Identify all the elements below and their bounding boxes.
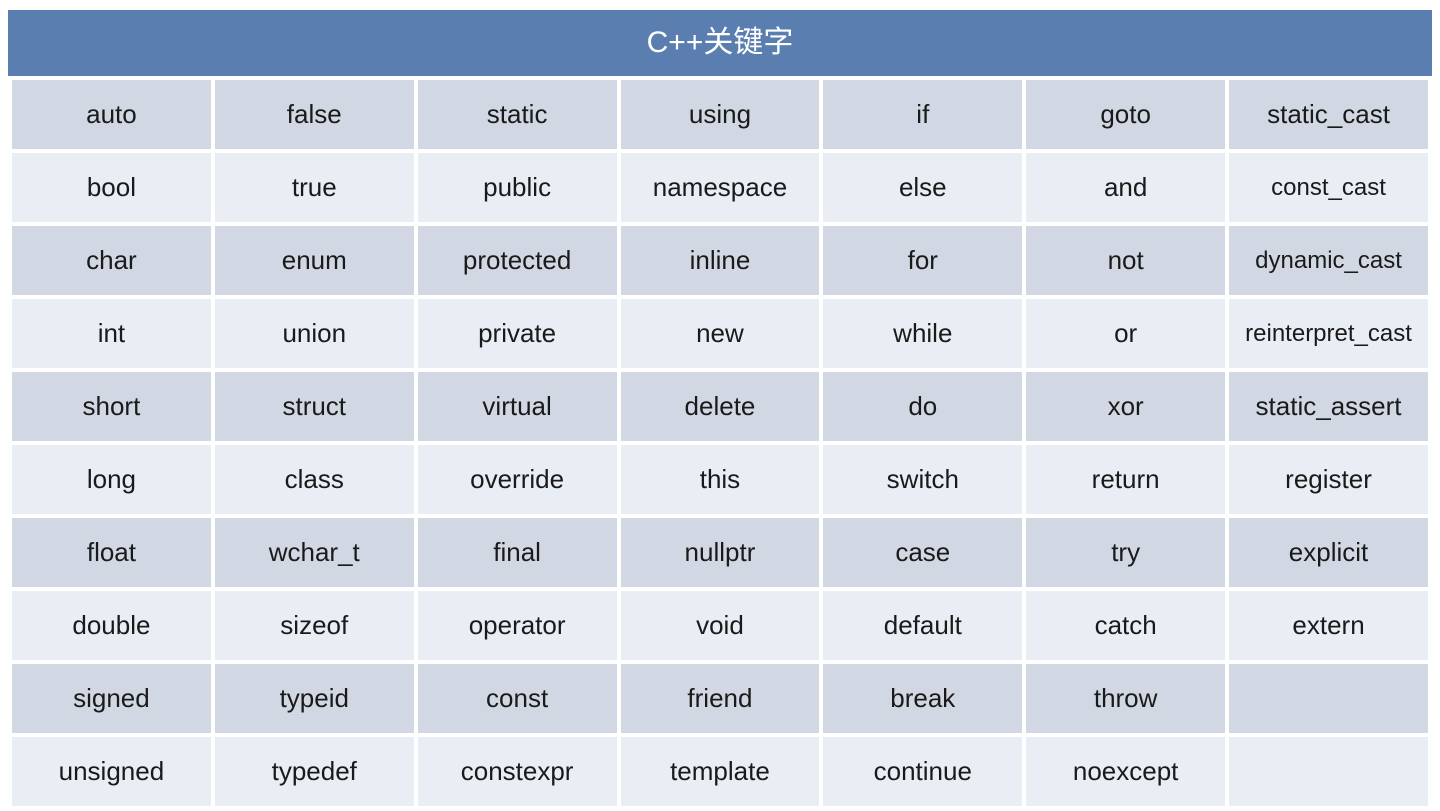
keyword-cell: namespace (621, 153, 820, 222)
keyword-table-wrap: C++关键字 auto false static using if goto s… (8, 10, 1432, 810)
keyword-cell: reinterpret_cast (1229, 299, 1428, 368)
keyword-cell: protected (418, 226, 617, 295)
keyword-cell: case (823, 518, 1022, 587)
keyword-cell: nullptr (621, 518, 820, 587)
keyword-cell: or (1026, 299, 1225, 368)
keyword-cell: delete (621, 372, 820, 441)
keyword-cell: register (1229, 445, 1428, 514)
keyword-cell: public (418, 153, 617, 222)
keyword-cell: void (621, 591, 820, 660)
keyword-cell: throw (1026, 664, 1225, 733)
keyword-cell: class (215, 445, 414, 514)
keyword-cell: long (12, 445, 211, 514)
keyword-cell: friend (621, 664, 820, 733)
keyword-cell: else (823, 153, 1022, 222)
keyword-cell: explicit (1229, 518, 1428, 587)
keyword-cell-empty (1229, 664, 1428, 733)
keyword-cell: not (1026, 226, 1225, 295)
keyword-cell: static (418, 80, 617, 149)
keyword-cell: if (823, 80, 1022, 149)
keyword-cell: xor (1026, 372, 1225, 441)
keyword-cell: int (12, 299, 211, 368)
keyword-cell: final (418, 518, 617, 587)
keyword-cell: struct (215, 372, 414, 441)
keyword-cell: goto (1026, 80, 1225, 149)
keyword-cell: sizeof (215, 591, 414, 660)
keyword-cell: inline (621, 226, 820, 295)
keyword-cell: double (12, 591, 211, 660)
keyword-cell: using (621, 80, 820, 149)
keyword-cell: noexcept (1026, 737, 1225, 806)
keyword-cell: true (215, 153, 414, 222)
keyword-cell: continue (823, 737, 1022, 806)
keyword-cell: false (215, 80, 414, 149)
keyword-cell: short (12, 372, 211, 441)
keyword-table: auto false static using if goto static_c… (8, 76, 1432, 810)
keyword-cell: union (215, 299, 414, 368)
keyword-cell: return (1026, 445, 1225, 514)
keyword-cell: for (823, 226, 1022, 295)
keyword-cell: float (12, 518, 211, 587)
keyword-cell: static_cast (1229, 80, 1428, 149)
keyword-cell: unsigned (12, 737, 211, 806)
keyword-cell: virtual (418, 372, 617, 441)
keyword-cell: extern (1229, 591, 1428, 660)
keyword-cell: dynamic_cast (1229, 226, 1428, 295)
keyword-cell: const_cast (1229, 153, 1428, 222)
keyword-cell: typedef (215, 737, 414, 806)
keyword-cell: break (823, 664, 1022, 733)
keyword-cell: constexpr (418, 737, 617, 806)
keyword-cell: operator (418, 591, 617, 660)
keyword-cell: do (823, 372, 1022, 441)
keyword-cell: signed (12, 664, 211, 733)
keyword-cell: bool (12, 153, 211, 222)
keyword-cell: auto (12, 80, 211, 149)
keyword-cell: default (823, 591, 1022, 660)
keyword-cell-empty (1229, 737, 1428, 806)
keyword-cell: char (12, 226, 211, 295)
keyword-cell: try (1026, 518, 1225, 587)
keyword-cell: wchar_t (215, 518, 414, 587)
keyword-cell: enum (215, 226, 414, 295)
keyword-cell: static_assert (1229, 372, 1428, 441)
keyword-cell: and (1026, 153, 1225, 222)
keyword-cell: this (621, 445, 820, 514)
keyword-cell: typeid (215, 664, 414, 733)
keyword-cell: template (621, 737, 820, 806)
keyword-cell: override (418, 445, 617, 514)
keyword-cell: switch (823, 445, 1022, 514)
keyword-cell: const (418, 664, 617, 733)
keyword-cell: while (823, 299, 1022, 368)
keyword-cell: catch (1026, 591, 1225, 660)
keyword-cell: private (418, 299, 617, 368)
table-title: C++关键字 (8, 10, 1432, 76)
keyword-cell: new (621, 299, 820, 368)
